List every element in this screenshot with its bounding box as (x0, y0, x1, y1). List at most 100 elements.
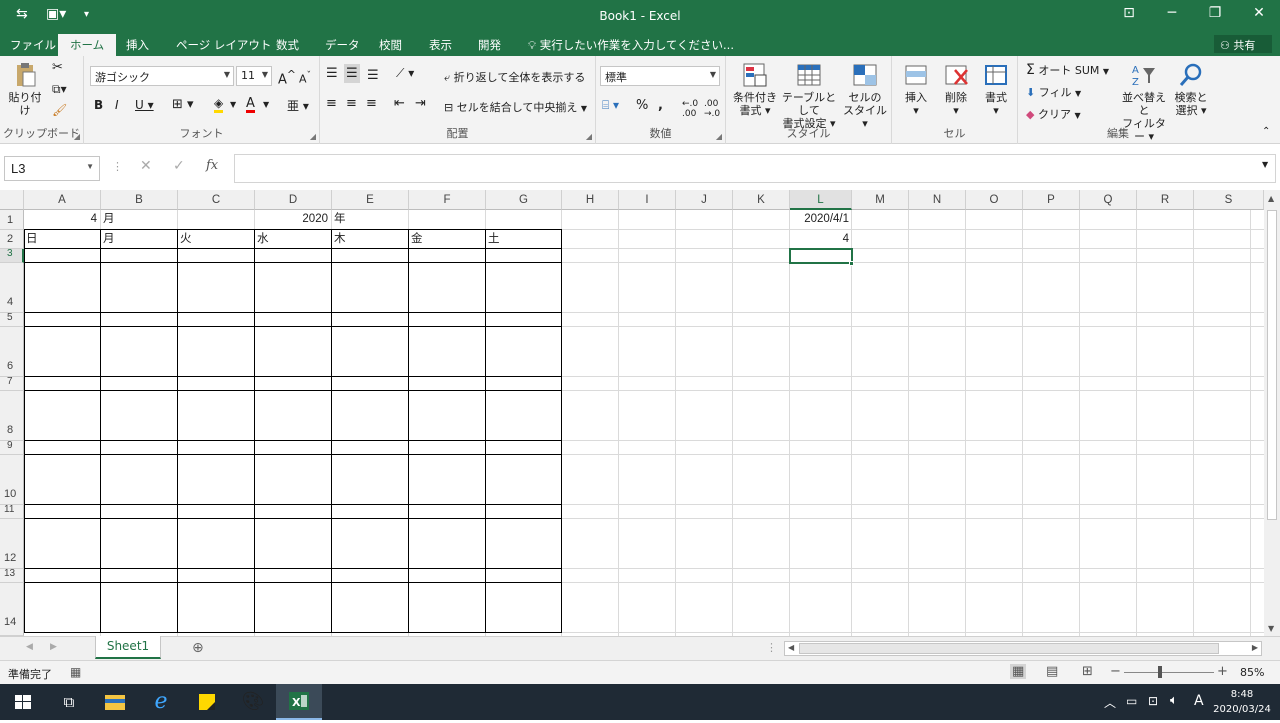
column-header[interactable]: C (178, 190, 255, 210)
clipboard-launcher-icon[interactable]: ◢ (74, 132, 80, 141)
column-header[interactable]: E (332, 190, 409, 210)
ribbon-display-icon[interactable]: ⊡ (1114, 5, 1144, 21)
column-header[interactable]: I (619, 190, 676, 210)
cell-d1[interactable]: 2020 (255, 210, 328, 229)
page-layout-view-icon[interactable]: ▤ (1046, 664, 1058, 679)
column-header[interactable]: G (486, 190, 562, 210)
sheet-tab-sheet1[interactable]: Sheet1 (95, 636, 161, 659)
row-header[interactable]: 8 (0, 391, 24, 441)
find-select-button[interactable]: 検索と 選択 ▾ (1170, 60, 1212, 117)
align-center-icon[interactable]: ≡ (346, 96, 357, 111)
tab-page-layout[interactable]: ページ レイアウト (176, 37, 271, 53)
copy-icon[interactable]: ⧉▾ (52, 82, 67, 97)
row-header[interactable]: 12 (0, 519, 24, 569)
autosum-button[interactable]: Σ オート SUM ▼ (1026, 62, 1109, 78)
cell-e2[interactable]: 木 (334, 230, 346, 249)
column-header[interactable]: S (1194, 190, 1264, 210)
align-bottom-icon[interactable]: ☰ (367, 68, 379, 83)
cell-g2[interactable]: 土 (488, 230, 500, 249)
increase-decimal-icon[interactable]: ←.0.00 (682, 99, 698, 119)
add-sheet-icon[interactable]: ⊕ (192, 640, 204, 656)
cell-e1[interactable]: 年 (334, 210, 346, 229)
row-header[interactable]: 9 (0, 441, 24, 455)
enter-icon[interactable]: ✓ (173, 158, 185, 174)
column-header[interactable]: N (909, 190, 966, 210)
number-launcher-icon[interactable]: ◢ (716, 132, 722, 141)
alignment-launcher-icon[interactable]: ◢ (586, 132, 592, 141)
row-header[interactable]: 10 (0, 455, 24, 505)
zoom-in-icon[interactable]: + (1217, 664, 1228, 679)
macro-record-icon[interactable]: ▦ (70, 665, 81, 679)
close-icon[interactable]: ✕ (1244, 5, 1274, 21)
prev-sheet-icon[interactable]: ◀ (26, 642, 33, 652)
column-header[interactable]: R (1137, 190, 1194, 210)
column-header[interactable]: O (966, 190, 1023, 210)
tab-developer[interactable]: 開発 (478, 37, 501, 53)
horizontal-scrollbar[interactable]: ◀ ▶ (784, 641, 1262, 656)
battery-icon[interactable]: ▭ (1126, 694, 1137, 708)
column-header[interactable]: D (255, 190, 332, 210)
underline-icon[interactable]: U ▾ (135, 98, 154, 112)
internet-explorer-icon[interactable]: e (138, 684, 184, 720)
font-color-icon[interactable]: A (246, 97, 255, 113)
tab-home[interactable]: ホーム (58, 34, 117, 56)
name-box[interactable]: L3 ▼ (4, 156, 100, 181)
increase-indent-icon[interactable]: ⇥ (415, 96, 426, 111)
clear-button[interactable]: ◆ クリア ▼ (1026, 106, 1081, 122)
cell-a2[interactable]: 日 (26, 230, 38, 249)
merge-center-button[interactable]: ⊟ セルを結合して中央揃え ▼ (444, 99, 587, 115)
tab-insert[interactable]: 挿入 (126, 37, 149, 53)
maximize-icon[interactable]: ❐ (1200, 5, 1230, 21)
select-all-corner[interactable] (0, 190, 24, 210)
vertical-scroll-thumb[interactable] (1267, 210, 1277, 520)
tab-file[interactable]: ファイル (10, 37, 56, 53)
format-cells-button[interactable]: 書式 ▾ (976, 60, 1016, 117)
tab-data[interactable]: データ (325, 37, 360, 53)
column-header[interactable]: Q (1080, 190, 1137, 210)
cell-b1[interactable]: 月 (103, 210, 115, 229)
scroll-right-icon[interactable]: ▶ (1252, 643, 1258, 652)
accounting-format-icon[interactable]: ⌸ ▾ (602, 98, 619, 113)
font-name-select[interactable]: 游ゴシック ▼ (90, 66, 234, 86)
row-header[interactable]: 4 (0, 263, 24, 313)
row-header[interactable]: 14 (0, 583, 24, 636)
cell-b2[interactable]: 月 (103, 230, 115, 249)
cell-a1[interactable]: 4 (24, 210, 97, 229)
format-as-table-button[interactable]: テーブルとして 書式設定 ▾ (780, 60, 838, 130)
row-header[interactable]: 7 (0, 377, 24, 391)
scroll-down-icon[interactable]: ▼ (1268, 624, 1274, 633)
sticky-notes-icon[interactable] (184, 684, 230, 720)
cell-l2[interactable]: 4 (790, 230, 849, 249)
worksheet-grid[interactable]: A B C D E F G H I J K L M N O P Q R S 1 … (0, 190, 1264, 636)
borders-icon[interactable]: ⊞ ▾ (172, 97, 194, 112)
volume-icon[interactable]: 🔈︎ (1170, 693, 1178, 708)
normal-view-icon[interactable]: ▦ (1010, 664, 1027, 679)
number-format-select[interactable]: 標準 ▼ (600, 66, 720, 86)
column-header[interactable]: P (1023, 190, 1080, 210)
comma-icon[interactable]: , (658, 98, 663, 113)
cell-l1[interactable]: 2020/4/1 (790, 210, 849, 229)
chevron-down-icon[interactable]: ▼ (263, 100, 269, 109)
fill-color-icon[interactable]: ◈ (214, 97, 224, 113)
next-sheet-icon[interactable]: ▶ (50, 642, 57, 652)
fill-handle[interactable] (849, 261, 854, 266)
vertical-scrollbar[interactable]: ▲ ▼ (1264, 190, 1280, 636)
column-header[interactable]: J (676, 190, 733, 210)
minimize-icon[interactable]: ─ (1157, 5, 1187, 21)
column-header[interactable]: F (409, 190, 486, 210)
start-button[interactable] (0, 684, 46, 720)
expand-formula-icon[interactable]: ▼ (1262, 160, 1268, 169)
row-header[interactable]: 2 (0, 230, 24, 249)
share-button[interactable]: ⚇ 共有 (1214, 35, 1272, 53)
task-view-icon[interactable]: ⧉ (46, 684, 92, 720)
show-hidden-icons[interactable]: ︿ (1104, 694, 1116, 711)
page-break-view-icon[interactable]: ⊞ (1082, 664, 1093, 679)
fill-button[interactable]: ⬇ フィル ▼ (1026, 84, 1081, 100)
bold-icon[interactable]: B (94, 98, 103, 112)
italic-icon[interactable]: I (115, 98, 119, 112)
align-middle-icon[interactable]: ☰ (344, 64, 360, 83)
delete-cells-button[interactable]: 削除 ▾ (936, 60, 976, 117)
collapse-ribbon-icon[interactable]: ⌃ (1262, 126, 1270, 137)
column-header[interactable]: B (101, 190, 178, 210)
row-header[interactable]: 5 (0, 313, 24, 327)
